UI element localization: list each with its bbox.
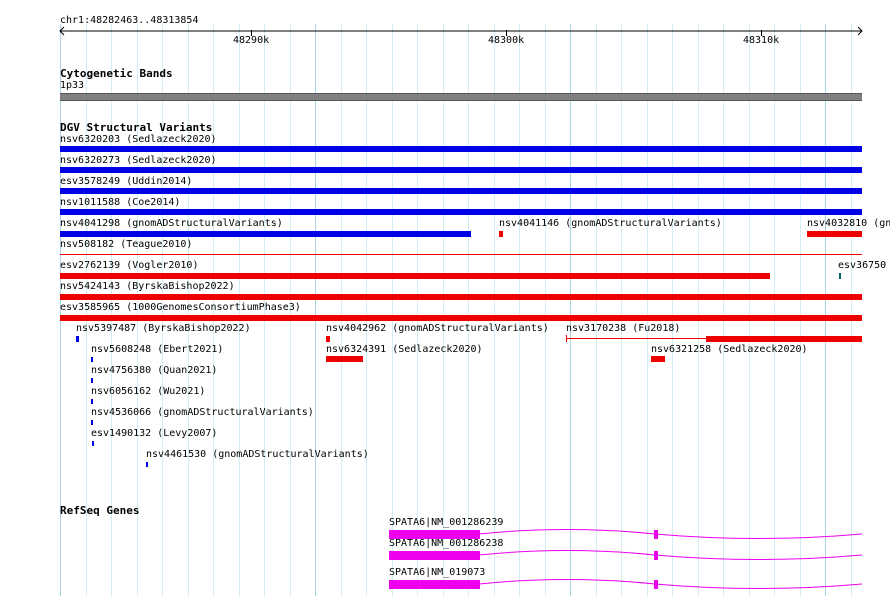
variant-label: esv3585965 (1000GenomesConsortiumPhase3) (60, 302, 301, 313)
variant-feature-loss[interactable] (60, 273, 770, 279)
variant-feature-gain[interactable] (60, 146, 862, 152)
variant-label: nsv4041298 (gnomADStructuralVariants) (60, 218, 283, 229)
refseq-track-title[interactable]: RefSeq Genes (60, 504, 139, 517)
variant-feature-gain[interactable] (91, 399, 93, 404)
variant-label: nsv5424143 (ByrskaBishop2022) (60, 281, 235, 292)
variant-label: esv1490132 (Levy2007) (91, 428, 218, 439)
variant-label: nsv4042962 (gnomADStructuralVariants) (326, 323, 549, 334)
variant-label: nsv4756380 (Quan2021) (91, 365, 218, 376)
variant-feature-loss[interactable] (499, 231, 503, 237)
variant-feature-loss[interactable] (60, 294, 862, 300)
variant-label: nsv6056162 (Wu2021) (91, 386, 206, 397)
variant-label: nsv4041146 (gnomADStructuralVariants) (499, 218, 722, 229)
transcript-label: SPATA6|NM_001286238 (389, 538, 504, 549)
variant-feature-gain[interactable] (60, 231, 471, 237)
variant-label: nsv6321258 (Sedlazeck2020) (651, 344, 808, 355)
variant-label: nsv6324391 (Sedlazeck2020) (326, 344, 483, 355)
variant-feature-other[interactable] (839, 273, 841, 279)
variant-feature-gain[interactable] (60, 188, 862, 194)
variant-feature-loss[interactable] (326, 356, 363, 362)
variant-feature-gain[interactable] (91, 420, 93, 425)
variant-label: esv36750 (838, 260, 887, 271)
variant-feature-gain[interactable] (146, 462, 148, 467)
variant-feature-gain[interactable] (91, 357, 93, 362)
variant-label: nsv508182 (Teague2010) (60, 239, 193, 250)
variant-feature-gain[interactable] (91, 378, 93, 383)
variant-label: nsv4032810 (gn (807, 218, 890, 229)
variant-feature-loss[interactable] (706, 336, 862, 342)
transcript-label: SPATA6|NM_019073 (389, 567, 486, 578)
variant-feature-gain[interactable] (76, 336, 79, 342)
dgv-track-title[interactable]: DGV Structural Variants (60, 121, 212, 134)
variant-label: nsv6320273 (Sedlazeck2020) (60, 155, 217, 166)
ruler-tick-label: 48300k (488, 35, 525, 46)
variant-label: nsv4536066 (gnomADStructuralVariants) (91, 407, 314, 418)
ruler-tick-label: 48290k (233, 35, 270, 46)
variant-feature-gain[interactable] (60, 167, 862, 173)
variant-label: nsv5397487 (ByrskaBishop2022) (76, 323, 251, 334)
variant-feature-loss[interactable] (326, 336, 330, 342)
variant-feature-loss[interactable] (60, 254, 862, 255)
variant-label: nsv1011588 (Coe2014) (60, 197, 181, 208)
variant-feature-loss[interactable] (651, 356, 665, 362)
variant-feature-gain[interactable] (60, 209, 862, 215)
variant-label: nsv6320203 (Sedlazeck2020) (60, 134, 217, 145)
variant-label: esv2762139 (Vogler2010) (60, 260, 199, 271)
cytoband-bar[interactable] (60, 93, 862, 101)
ruler-tick-label: 48310k (743, 35, 780, 46)
variant-label: nsv5608248 (Ebert2021) (91, 344, 224, 355)
variant-label: nsv4461530 (gnomADStructuralVariants) (146, 449, 369, 460)
cytoband-label: 1p33 (60, 80, 85, 91)
variant-feature-gain[interactable] (92, 441, 94, 446)
transcript-label: SPATA6|NM_001286239 (389, 517, 504, 528)
variant-label: esv3578249 (Uddin2014) (60, 176, 193, 187)
variant-feature-loss-line[interactable] (566, 338, 706, 339)
variant-feature-loss[interactable] (60, 315, 862, 321)
variant-feature-loss[interactable] (807, 231, 862, 237)
variant-label: nsv3170238 (Fu2018) (566, 323, 681, 334)
cytoband-track-title[interactable]: Cytogenetic Bands (60, 67, 173, 80)
